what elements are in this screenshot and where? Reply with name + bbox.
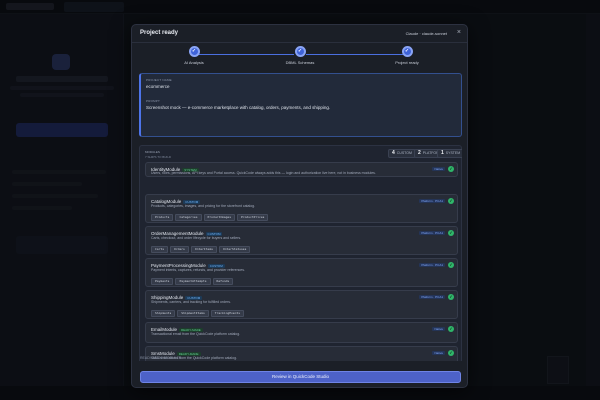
entity-chip: PaymentAttempts — [175, 278, 211, 285]
dialog-header: Project ready Claude · claude-sonnet × — [132, 25, 467, 43]
project-name-label: PROJECT NAME — [146, 78, 172, 82]
step-label: AI Analysis — [184, 60, 204, 65]
module-source-badge: Native — [432, 167, 445, 171]
module-description: Shipments, carriers, and tracking for fu… — [151, 300, 231, 304]
entity-chip: Orders — [170, 246, 189, 253]
entity-chips: Carts Orders OrderItems OrderStatuses — [151, 246, 252, 253]
module-description: Users, roles, permissions, API keys and … — [151, 171, 376, 175]
module-source-badge: Native — [432, 327, 445, 331]
module-card[interactable]: OrderManagementModule CUSTOM Carts, checko… — [145, 226, 458, 255]
check-icon: ✓ — [448, 350, 454, 356]
dialog-scroll-area[interactable]: PROJECT NAME ecommerce PROMPT Screenshot… — [139, 73, 462, 361]
module-card[interactable]: ShippingModule CUSTOM Shipments, carriers,… — [145, 290, 458, 319]
check-icon: ✓ — [448, 294, 454, 300]
step-project-ready: ✓ Project ready — [377, 46, 437, 65]
module-source-badge: Platform · PCA1 — [419, 263, 445, 267]
module-card[interactable]: SmsModule READY-MADE SMS notifications fro… — [145, 346, 458, 361]
ready-made-heading: READY-MADE MODULES — [140, 356, 182, 360]
count-badge-system: 1 SYSTEM — [437, 149, 462, 158]
step-label: DBML Schemas — [285, 60, 315, 65]
prompt-label: PROMPT — [146, 99, 161, 103]
module-source-badge: Platform · PCA1 — [419, 231, 445, 235]
project-name-value: ecommerce — [146, 84, 170, 89]
entity-chip: ProductImages — [203, 214, 235, 221]
entity-chip: Payments — [151, 278, 174, 285]
modules-heading: MODULES — [145, 150, 160, 154]
modules-panel: MODULES 7 SHIPS TO BUILD 4 CUSTOM 2 PLATFO… — [139, 145, 462, 361]
check-icon: ✓ — [401, 46, 413, 57]
entity-chips: Shipments ShipmentItems TrackingEvents — [151, 310, 246, 317]
entity-chip: OrderStatuses — [218, 246, 251, 253]
module-description: Carts, checkout, and order lifecycle for… — [151, 236, 242, 240]
count-badge-custom: 4 CUSTOM — [388, 149, 416, 158]
check-icon: ✓ — [448, 166, 454, 172]
entity-chip: ShipmentItems — [177, 310, 209, 317]
entity-chips: Products Categories ProductImages ProductPr… — [151, 214, 270, 221]
module-card[interactable]: CatalogModule CUSTOM Products, categories,… — [145, 194, 458, 223]
entity-chip: TrackingEvents — [210, 310, 245, 317]
module-source-badge: Platform · PCA1 — [419, 295, 445, 299]
project-info-card: PROJECT NAME ecommerce PROMPT Screenshot… — [139, 73, 462, 137]
check-icon: ✓ — [448, 230, 454, 236]
module-description: Products, categories, images, and pricin… — [151, 204, 256, 208]
prompt-value: Screenshot mock — e-commerce marketplace… — [146, 105, 331, 110]
module-description: Payment intents, captures, refunds, and … — [151, 268, 245, 272]
entity-chip: Categories — [175, 214, 202, 221]
check-icon: ✓ — [448, 262, 454, 268]
entity-chip: Carts — [151, 246, 169, 253]
module-card[interactable]: PaymentProcessingModule CUSTOM Payment int… — [145, 258, 458, 287]
check-icon: ✓ — [448, 198, 454, 204]
module-card[interactable]: IdentityModule SYSTEM Users, roles, permis… — [145, 162, 458, 177]
close-icon[interactable]: × — [457, 29, 461, 36]
modules-subheading: 7 SHIPS TO BUILD — [145, 155, 172, 159]
module-source-badge: Platform · PCA1 — [419, 199, 445, 203]
module-card[interactable]: EmailModule READY-MADE Transactional email… — [145, 322, 458, 343]
entity-chip: Products — [151, 214, 174, 221]
step-label: Project ready — [395, 60, 419, 65]
check-icon: ✓ — [188, 46, 200, 57]
review-in-studio-button[interactable]: Review in QuickCode Studio — [140, 371, 461, 383]
step-ai-analysis: ✓ AI Analysis — [164, 46, 224, 65]
module-description: Transactional email from the QuickCode p… — [151, 332, 241, 336]
step-dbml-schemas: ✓ DBML Schemas — [270, 46, 330, 65]
check-icon: ✓ — [448, 326, 454, 332]
module-source-badge: Native — [432, 351, 445, 355]
project-ready-dialog: Project ready Claude · claude-sonnet × ✓… — [131, 24, 468, 388]
dialog-title: Project ready — [140, 30, 179, 36]
entity-chips: Payments PaymentAttempts Refunds — [151, 278, 235, 285]
entity-chip: Shipments — [151, 310, 176, 317]
entity-chip: ProductPrices — [237, 214, 269, 221]
check-icon: ✓ — [294, 46, 306, 57]
model-label: Claude · claude-sonnet — [405, 31, 447, 36]
entity-chip: Refunds — [212, 278, 234, 285]
entity-chip: OrderItems — [190, 246, 217, 253]
